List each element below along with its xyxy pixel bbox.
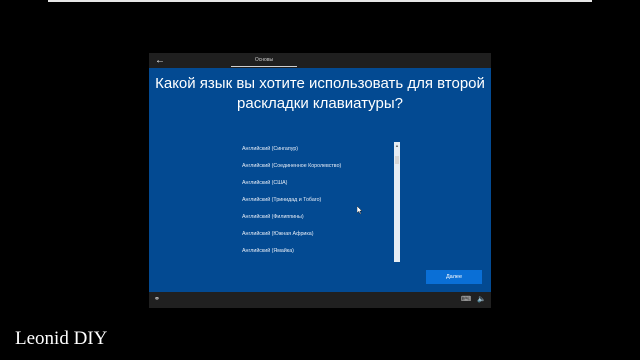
scroll-up-icon[interactable]: ▲ [395,143,399,148]
list-item[interactable]: Английский (Ямайка) [242,244,392,258]
mouse-cursor-icon [357,206,363,214]
next-button[interactable]: Далее [426,270,482,284]
main-panel: Какой язык вы хотите использовать для вт… [149,68,491,292]
list-item[interactable]: Английский (Филиппины) [242,210,392,224]
volume-icon[interactable]: 🔈 [477,296,486,304]
list-item[interactable]: Английский (США) [242,176,392,190]
setup-window: ← Основы Какой язык вы хотите использова… [149,53,491,308]
top-divider [48,0,592,2]
arrow-left-icon[interactable]: ← [153,54,167,67]
list-item[interactable]: Английский (Соединенное Королевство) [242,159,392,173]
scrollbar-thumb[interactable] [395,156,399,164]
list-item[interactable]: Английский (Сингапур) [242,142,392,156]
language-list[interactable]: Английский (Сингапур) Английский (Соедин… [242,142,392,262]
list-item[interactable]: Английский (Южная Африка) [242,227,392,241]
keyboard-icon[interactable]: ⌨ [461,296,471,304]
list-item[interactable]: Английский (Тринидад и Тобаго) [242,193,392,207]
watermark: Leonid DIY [15,328,108,349]
top-bar: ← Основы [149,53,491,68]
accessibility-icon[interactable]: ⚭ [154,296,162,304]
tab-underline [231,66,297,67]
page-title: Какой язык вы хотите использовать для вт… [155,75,485,112]
bottom-bar: ⚭ ⌨ 🔈 [149,292,491,308]
